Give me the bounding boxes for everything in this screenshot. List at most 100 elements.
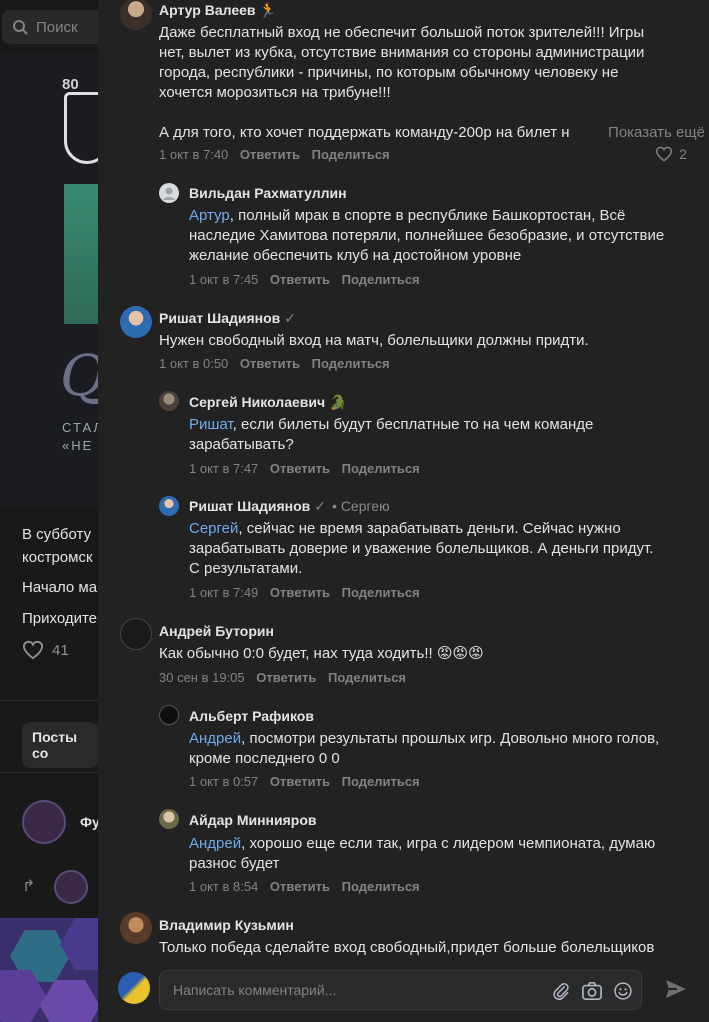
comment-text-part: , сейчас не время зарабатывать деньги. С… bbox=[238, 520, 621, 537]
reply-button[interactable]: Ответить bbox=[270, 461, 330, 476]
share-button[interactable]: Поделиться bbox=[328, 670, 406, 685]
send-icon[interactable] bbox=[664, 978, 688, 1000]
reply-button[interactable]: Ответить bbox=[270, 774, 330, 789]
avatar[interactable] bbox=[159, 809, 179, 829]
emoji-icon[interactable] bbox=[613, 981, 633, 1001]
comment-text-line: желание обеспечить клуб на достойном уро… bbox=[189, 247, 522, 264]
comment-author[interactable]: Вильдан Рахматуллин bbox=[189, 185, 347, 201]
comment-text-line: зарабатывать? bbox=[189, 436, 294, 453]
share-button[interactable]: Поделиться bbox=[342, 585, 420, 600]
comment-input[interactable]: Написать комментарий... bbox=[159, 970, 642, 1010]
reply-button[interactable]: Ответить bbox=[240, 356, 300, 371]
mention-link[interactable]: Ришат bbox=[189, 416, 233, 433]
comment-author[interactable]: Альберт Рафиков bbox=[189, 708, 314, 724]
comment-text: Ришат, если билеты будут бесплатные то н… bbox=[189, 415, 699, 455]
comment-text-line: Даже бесплатный вход не обеспечит большо… bbox=[159, 24, 645, 41]
comment-date[interactable]: 1 окт в 0:50 bbox=[159, 356, 228, 371]
mention-link[interactable]: Андрей bbox=[189, 730, 241, 747]
composer-icons bbox=[551, 971, 641, 1011]
default-user-icon bbox=[163, 187, 175, 200]
current-user-avatar[interactable] bbox=[118, 972, 150, 1004]
reply-button[interactable]: Ответить bbox=[256, 670, 316, 685]
comment-text-line: города, республики - причины, по которым… bbox=[159, 64, 619, 81]
author-name: Ришат Шадиянов bbox=[189, 498, 311, 514]
comment-text-part: , посмотри результаты прошлых игр. Довол… bbox=[241, 730, 660, 747]
comment-author[interactable]: Андрей Буторин bbox=[159, 623, 274, 639]
background-left-column: Поиск 80 Q СТАЛ «НЕ В субботу костромск … bbox=[0, 0, 98, 1022]
verified-icon: ✓ bbox=[284, 310, 297, 326]
share-button[interactable]: Поделиться bbox=[312, 356, 390, 371]
heart-icon bbox=[656, 146, 673, 162]
comment-date[interactable]: 1 окт в 7:40 bbox=[159, 147, 228, 162]
reply-to-name[interactable]: Сергею bbox=[341, 498, 390, 514]
avatar[interactable] bbox=[159, 705, 179, 725]
mention-link[interactable]: Сергей bbox=[189, 520, 238, 537]
comment-meta: 1 окт в 7:47 Ответить Поделиться bbox=[189, 461, 420, 476]
share-button[interactable]: Поделиться bbox=[342, 774, 420, 789]
mention-link[interactable]: Андрей bbox=[189, 835, 241, 852]
post-like-button[interactable]: 41 bbox=[22, 640, 69, 660]
comment-text-line: Только победа сделайте вход свободный,пр… bbox=[159, 939, 655, 956]
comment-meta: 1 окт в 7:49 Ответить Поделиться bbox=[189, 585, 420, 600]
reply-button[interactable]: Ответить bbox=[270, 879, 330, 894]
comment-text: Нужен свободный вход на матч, болельщики… bbox=[159, 331, 699, 351]
club-name[interactable]: Фу bbox=[80, 814, 98, 830]
comment-date[interactable]: 1 окт в 0:57 bbox=[189, 774, 258, 789]
comment-text-part: , если билеты будут бесплатные то на чем… bbox=[232, 416, 594, 433]
avatar[interactable] bbox=[159, 391, 179, 411]
comment-text-line: А для того, кто хочет поддержать команду… bbox=[159, 123, 705, 143]
heart-icon bbox=[22, 640, 44, 660]
comment-date[interactable]: 1 окт в 7:45 bbox=[189, 272, 258, 287]
comment-author[interactable]: Ришат Шадиянов ✓ bbox=[159, 310, 296, 327]
comment-text: Андрей, хорошо еще если так, игра с лиде… bbox=[189, 834, 699, 874]
avatar[interactable] bbox=[120, 306, 152, 338]
paperclip-icon[interactable] bbox=[551, 981, 571, 1001]
comment-date[interactable]: 1 окт в 8:54 bbox=[189, 879, 258, 894]
avatar[interactable] bbox=[159, 183, 179, 203]
comment-text-line: Ришат, если билеты будут бесплатные то н… bbox=[189, 415, 699, 435]
share-button[interactable]: Поделиться bbox=[342, 879, 420, 894]
comment-date[interactable]: 30 сен в 19:05 bbox=[159, 670, 245, 685]
club-shield-logo bbox=[64, 92, 98, 164]
comment-author[interactable]: Артур Валеев 🏃 bbox=[159, 2, 277, 19]
share-button[interactable]: Поделиться bbox=[342, 272, 420, 287]
mention-link[interactable]: Артур bbox=[189, 207, 230, 224]
comment-meta: 1 окт в 0:57 Ответить Поделиться bbox=[189, 774, 420, 789]
avatar[interactable] bbox=[120, 0, 152, 30]
hero-logo-text: 80 bbox=[62, 76, 79, 93]
comment-author[interactable]: Сергей Николаевич 🐊 bbox=[189, 394, 346, 411]
share-button[interactable]: Поделиться bbox=[342, 461, 420, 476]
reply-button[interactable]: Ответить bbox=[270, 272, 330, 287]
comment-author[interactable]: Владимир Кузьмин bbox=[159, 917, 294, 933]
comment-text-part: , хорошо еще если так, игра с лидером че… bbox=[241, 835, 656, 852]
avatar[interactable] bbox=[120, 618, 152, 650]
comment-text-line: Как обычно 0:0 будет, нах туда ходить!! … bbox=[159, 645, 484, 662]
comment-composer: Написать комментарий... bbox=[98, 962, 709, 1022]
avatar[interactable] bbox=[120, 912, 152, 944]
author-name: Ришат Шадиянов bbox=[159, 310, 281, 326]
club-avatar[interactable] bbox=[22, 800, 66, 844]
camera-icon[interactable] bbox=[581, 981, 603, 1001]
comment-date[interactable]: 1 окт в 7:49 bbox=[189, 585, 258, 600]
comment-author[interactable]: Айдар Миннияров bbox=[189, 812, 317, 828]
avatar[interactable] bbox=[159, 496, 179, 516]
comment-author[interactable]: Ришат Шадиянов ✓ • Сергею bbox=[189, 498, 390, 515]
reply-button[interactable]: Ответить bbox=[270, 585, 330, 600]
reply-button[interactable]: Ответить bbox=[240, 147, 300, 162]
hexagon-banner bbox=[0, 918, 98, 1022]
comment-text-line: хочется морозиться на трибуне!!! bbox=[159, 84, 391, 101]
search-box[interactable]: Поиск bbox=[2, 10, 98, 44]
reply-arrow-icon: • bbox=[332, 498, 337, 514]
repost-icon: ↱ bbox=[22, 878, 36, 895]
comment-like-button[interactable]: 2 bbox=[655, 146, 687, 162]
share-button[interactable]: Поделиться bbox=[312, 147, 390, 162]
show-more-link[interactable]: Показать ещё bbox=[606, 123, 705, 143]
comment-date[interactable]: 1 окт в 7:47 bbox=[189, 461, 258, 476]
repost-club-avatar[interactable] bbox=[54, 870, 88, 904]
comment-input-placeholder: Написать комментарий... bbox=[173, 982, 337, 998]
tab-posts[interactable]: Посты со bbox=[22, 722, 98, 768]
verified-icon: ✓ bbox=[314, 498, 327, 514]
comment-text-line: Андрей, хорошо еще если так, игра с лиде… bbox=[189, 834, 699, 854]
comment-text-line: нет, вылет из кубка, отсутствие внимания… bbox=[159, 44, 645, 61]
comment-text-line: Сергей, сейчас не время зарабатывать ден… bbox=[189, 519, 699, 539]
